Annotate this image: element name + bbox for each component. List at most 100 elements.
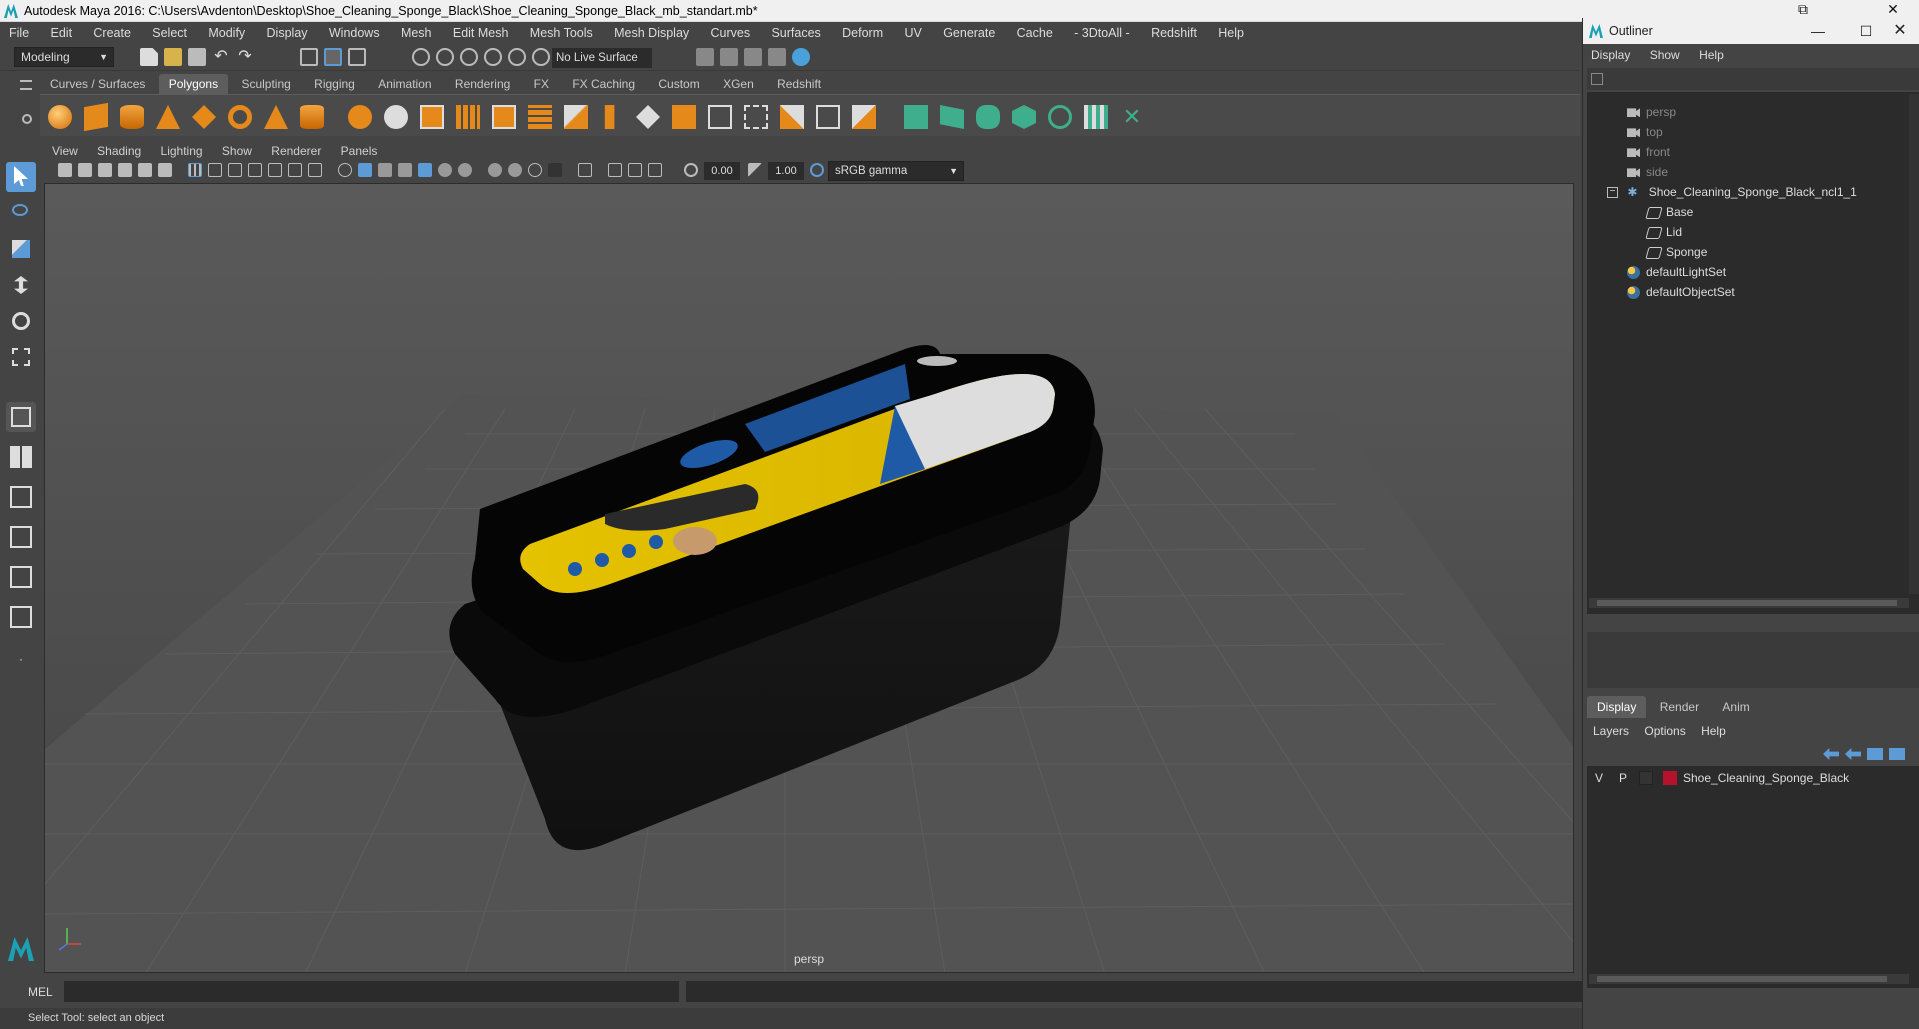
layer-type-toggle[interactable] bbox=[1639, 771, 1653, 785]
viewport-menu-renderer[interactable]: Renderer bbox=[263, 142, 329, 160]
main-window-restore-icon[interactable]: ⧉ bbox=[1780, 0, 1826, 20]
new-scene-icon[interactable] bbox=[140, 48, 158, 66]
layer-tab-render[interactable]: Render bbox=[1650, 696, 1709, 718]
select-tool-icon[interactable] bbox=[6, 162, 36, 192]
gamma-icon[interactable] bbox=[748, 163, 762, 177]
safe-title-icon[interactable] bbox=[308, 163, 322, 177]
layer-menu-layers[interactable]: Layers bbox=[1587, 720, 1635, 742]
layer-menu-options[interactable]: Options bbox=[1638, 720, 1691, 742]
undo-icon[interactable]: ↶ bbox=[212, 48, 230, 66]
scale-tool-icon[interactable] bbox=[6, 342, 36, 372]
render-settings-icon[interactable] bbox=[768, 48, 786, 66]
film-gate-icon[interactable] bbox=[208, 163, 222, 177]
xray-active-icon[interactable] bbox=[628, 163, 642, 177]
collapse-icon[interactable]: − bbox=[1607, 187, 1618, 199]
poly-cone-icon[interactable] bbox=[156, 105, 180, 129]
layer-tab-display[interactable]: Display bbox=[1587, 696, 1647, 718]
outliner-menu-show[interactable]: Show bbox=[1642, 44, 1688, 66]
shelf-tab-fx-caching[interactable]: FX Caching bbox=[562, 74, 645, 94]
layer-playback-toggle[interactable]: P bbox=[1619, 768, 1627, 788]
more-layouts-icon[interactable]: · bbox=[6, 652, 36, 672]
menu-display[interactable]: Display bbox=[258, 22, 317, 44]
menu-redshift[interactable]: Redshift bbox=[1142, 22, 1206, 44]
outliner-item-group[interactable]: − ✱ Shoe_Cleaning_Sponge_Black_ncl1_1 bbox=[1607, 182, 1857, 202]
mode-selector[interactable]: Modeling ▼ bbox=[14, 47, 114, 67]
perspective-viewport[interactable]: persp bbox=[44, 183, 1574, 973]
menu-uv[interactable]: UV bbox=[895, 22, 930, 44]
snap-vertex-icon[interactable] bbox=[532, 48, 550, 66]
four-view-layout-icon[interactable] bbox=[6, 442, 36, 472]
image-plane-icon[interactable] bbox=[118, 163, 132, 177]
outliner-search-field[interactable] bbox=[1587, 68, 1919, 90]
snap-point-icon[interactable] bbox=[460, 48, 478, 66]
snap-curve-icon[interactable] bbox=[436, 48, 454, 66]
anti-aliasing-icon[interactable] bbox=[528, 163, 542, 177]
maya-home-icon[interactable] bbox=[6, 935, 36, 965]
automatic-mapping-icon[interactable] bbox=[1012, 105, 1036, 129]
viewport-menu-panels[interactable]: Panels bbox=[333, 142, 386, 160]
outliner-item-top[interactable]: top bbox=[1627, 122, 1663, 142]
maximize-icon[interactable]: ☐ bbox=[1851, 18, 1881, 44]
menu-3dtoall[interactable]: - 3DtoAll - bbox=[1065, 22, 1139, 44]
snap-grid-icon[interactable] bbox=[412, 48, 430, 66]
outliner-item-default-object-set[interactable]: defaultObjectSet bbox=[1627, 282, 1735, 302]
smooth-icon[interactable] bbox=[456, 105, 480, 129]
unfold-icon[interactable] bbox=[1048, 105, 1072, 129]
menu-select[interactable]: Select bbox=[143, 22, 196, 44]
viewport-menu-shading[interactable]: Shading bbox=[89, 142, 149, 160]
menu-mesh[interactable]: Mesh bbox=[392, 22, 441, 44]
menu-mesh-display[interactable]: Mesh Display bbox=[605, 22, 698, 44]
menu-cache[interactable]: Cache bbox=[1008, 22, 1062, 44]
exposure-icon[interactable] bbox=[684, 163, 698, 177]
color-management-icon[interactable] bbox=[810, 163, 824, 177]
menu-create[interactable]: Create bbox=[84, 22, 140, 44]
separate-icon[interactable] bbox=[384, 105, 408, 129]
outliner-item-default-light-set[interactable]: defaultLightSet bbox=[1627, 262, 1726, 282]
ipr-render-icon[interactable] bbox=[744, 48, 762, 66]
camera-attributes-icon[interactable] bbox=[58, 163, 72, 177]
multi-cut-icon[interactable] bbox=[564, 105, 588, 129]
bevel-icon[interactable] bbox=[492, 105, 516, 129]
shelf-tab-fx[interactable]: FX bbox=[524, 74, 559, 94]
shelf-tab-xgen[interactable]: XGen bbox=[713, 74, 764, 94]
close-icon[interactable]: ✕ bbox=[1885, 18, 1915, 44]
wireframe-on-shaded-icon[interactable] bbox=[398, 163, 412, 177]
wireframe-icon[interactable] bbox=[338, 163, 352, 177]
target-weld-icon[interactable] bbox=[816, 105, 840, 129]
shelf-settings-icon[interactable] bbox=[22, 114, 32, 124]
poly-sphere-icon[interactable] bbox=[48, 105, 72, 129]
paint-select-tool-icon[interactable] bbox=[6, 234, 36, 264]
mirror-icon[interactable] bbox=[780, 105, 804, 129]
save-scene-icon[interactable] bbox=[188, 48, 206, 66]
shelf-tab-polygons[interactable]: Polygons bbox=[158, 74, 229, 94]
default-material-icon[interactable] bbox=[378, 163, 392, 177]
fill-hole-icon[interactable] bbox=[672, 105, 696, 129]
lasso-tool-icon[interactable] bbox=[6, 198, 36, 228]
shelf-tab-custom[interactable]: Custom bbox=[648, 74, 709, 94]
xray-joints-icon[interactable] bbox=[648, 163, 662, 177]
menu-windows[interactable]: Windows bbox=[320, 22, 389, 44]
layer-horizontal-scrollbar[interactable] bbox=[1589, 974, 1909, 984]
camera-lock-icon[interactable] bbox=[78, 163, 92, 177]
motion-blur-icon[interactable] bbox=[508, 163, 522, 177]
hypershade-icon[interactable] bbox=[792, 48, 810, 66]
xray-icon[interactable] bbox=[608, 163, 622, 177]
snap-view-plane-icon[interactable] bbox=[484, 48, 502, 66]
flip-icon[interactable] bbox=[852, 105, 876, 129]
render-view-icon[interactable] bbox=[696, 48, 714, 66]
cut-uv-icon[interactable]: ✕ bbox=[1120, 105, 1144, 129]
single-perspective-view-icon[interactable] bbox=[6, 402, 36, 432]
outliner-item-side[interactable]: side bbox=[1627, 162, 1668, 182]
poly-torus-icon[interactable] bbox=[228, 105, 252, 129]
shelf-tab-redshift[interactable]: Redshift bbox=[767, 74, 831, 94]
shelf-tab-sculpting[interactable]: Sculpting bbox=[231, 74, 300, 94]
grid-toggle-icon[interactable] bbox=[188, 163, 202, 177]
bridge-icon[interactable] bbox=[528, 105, 552, 129]
screen-space-ao-icon[interactable] bbox=[488, 163, 502, 177]
outliner-item-front[interactable]: front bbox=[1627, 142, 1670, 162]
persp-graph-layout-icon[interactable] bbox=[6, 482, 36, 512]
shelf-tab-rendering[interactable]: Rendering bbox=[445, 74, 520, 94]
outliner-item-lid[interactable]: Lid bbox=[1645, 222, 1682, 242]
offset-edge-loop-icon[interactable] bbox=[744, 105, 768, 129]
persp-outliner-layout-icon[interactable] bbox=[6, 522, 36, 552]
